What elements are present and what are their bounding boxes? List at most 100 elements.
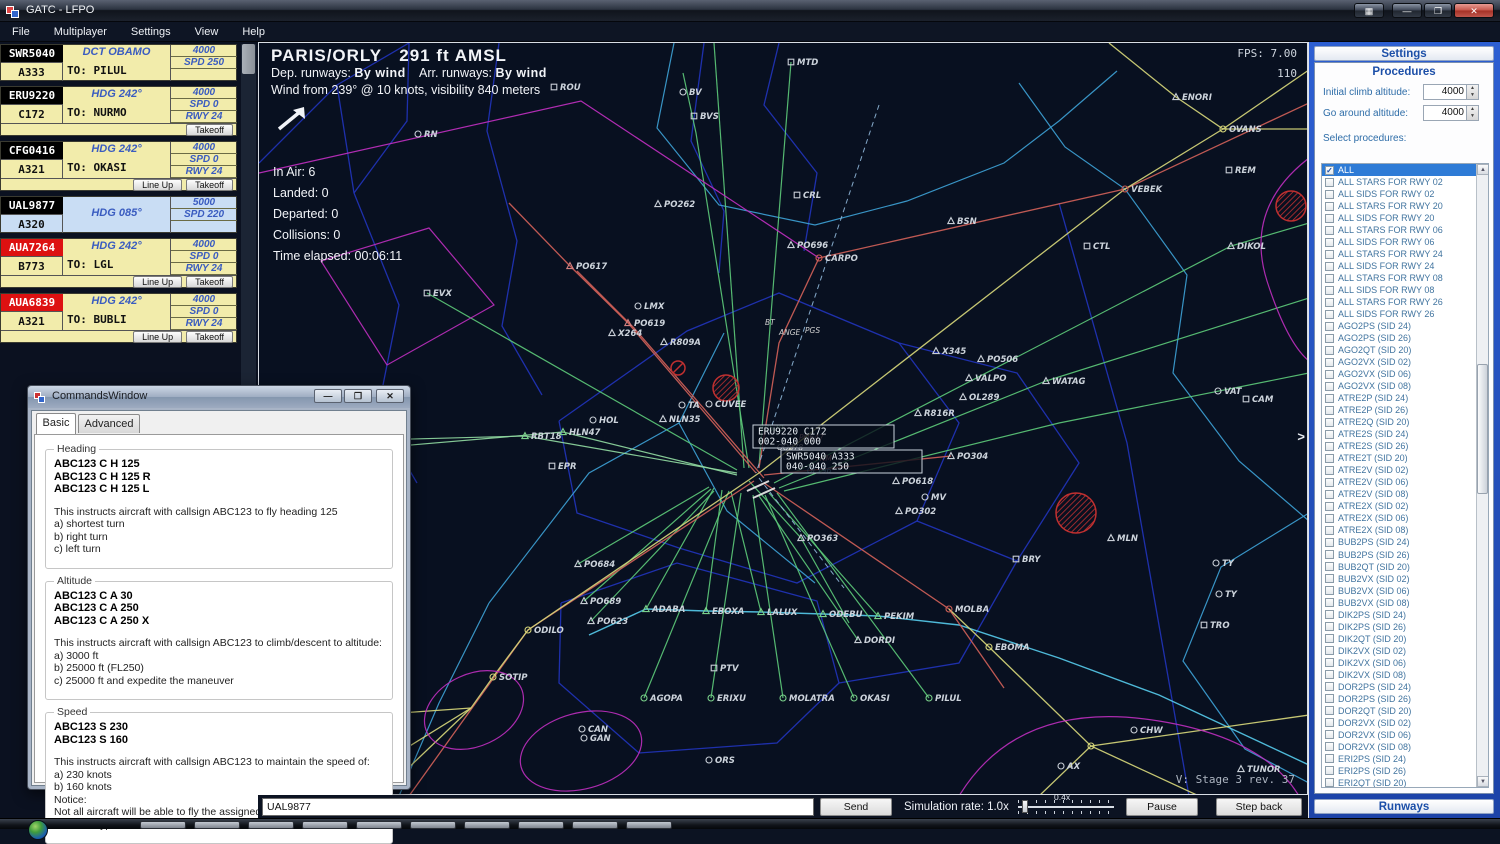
procedure-item[interactable]: DOR2PS (SID 24) (1322, 681, 1488, 693)
procedure-checkbox[interactable] (1325, 670, 1334, 679)
procedure-checkbox[interactable] (1325, 682, 1334, 691)
flight-strip-AUA6839[interactable]: AUA6839 A321 HDG 242° TO: BUBLI 4000 SPD… (0, 293, 237, 343)
slider-track[interactable] (1018, 806, 1114, 808)
send-button[interactable]: Send (820, 798, 892, 816)
procedure-item[interactable]: ALL STARS FOR RWY 06 (1322, 224, 1488, 236)
initial-climb-value[interactable]: 4000 (1442, 86, 1464, 97)
initial-climb-updown[interactable]: ▲▼ (1466, 85, 1478, 99)
procedure-item[interactable]: DIK2PS (SID 24) (1322, 609, 1488, 621)
procedure-item[interactable]: BUB2VX (SID 08) (1322, 597, 1488, 609)
procedure-checkbox[interactable] (1325, 466, 1334, 475)
procedure-checkbox[interactable] (1325, 370, 1334, 379)
menu-item-multiplayer[interactable]: Multiplayer (42, 22, 119, 42)
procedure-item[interactable]: ATRE2X (SID 06) (1322, 512, 1488, 524)
procedure-checkbox[interactable] (1325, 190, 1334, 199)
settings-header[interactable]: Settings (1314, 46, 1494, 61)
radar-display[interactable]: MTDROUBVBVSRNENORIOVANSREMVEBEKCRLPO262B… (258, 42, 1308, 795)
simulation-rate-slider[interactable]: 0.4x (1018, 795, 1114, 818)
procedure-item[interactable]: AGO2VX (SID 02) (1322, 356, 1488, 368)
procedure-item[interactable]: ALL SIDS FOR RWY 06 (1322, 236, 1488, 248)
taskbar-button[interactable] (194, 821, 240, 829)
maximize-button[interactable]: ❐ (1424, 3, 1452, 18)
procedure-checkbox[interactable] (1325, 598, 1334, 607)
procedure-item[interactable]: ATRE2P (SID 26) (1322, 404, 1488, 416)
procedure-checkbox[interactable] (1325, 298, 1334, 307)
procedure-checkbox[interactable] (1325, 574, 1334, 583)
procedure-item[interactable]: DIK2VX (SID 08) (1322, 669, 1488, 681)
windows-taskbar[interactable] (0, 818, 1500, 829)
commands-close-button[interactable]: ✕ (376, 389, 404, 403)
procedure-item[interactable]: ✓ALL (1322, 164, 1488, 176)
close-button[interactable]: ✕ (1454, 3, 1494, 18)
procedure-item[interactable]: DOR2VX (SID 02) (1322, 717, 1488, 729)
procedure-item[interactable]: BUB2VX (SID 06) (1322, 585, 1488, 597)
line-up-button[interactable]: Line Up (133, 276, 182, 288)
procedure-item[interactable]: ATRE2S (SID 24) (1322, 428, 1488, 440)
procedure-item[interactable]: ALL STARS FOR RWY 26 (1322, 296, 1488, 308)
procedure-checkbox[interactable] (1325, 202, 1334, 211)
start-orb-icon[interactable] (28, 820, 48, 840)
tab-basic[interactable]: Basic (36, 413, 76, 434)
procedure-item[interactable]: AGO2PS (SID 26) (1322, 332, 1488, 344)
flight-strip-AUA7264[interactable]: AUA7264 B773 HDG 242° TO: LGL 4000 SPD 0… (0, 238, 237, 288)
strips-scrollbar-thumb[interactable] (242, 44, 255, 74)
procedure-item[interactable]: ATRE2X (SID 02) (1322, 500, 1488, 512)
procedure-item[interactable]: ATRE2T (SID 20) (1322, 452, 1488, 464)
procedure-checkbox[interactable]: ✓ (1325, 166, 1334, 175)
procedure-checkbox[interactable] (1325, 238, 1334, 247)
procedure-checkbox[interactable] (1325, 178, 1334, 187)
runways-header[interactable]: Runways (1314, 799, 1494, 814)
procedure-item[interactable]: DOR2QT (SID 20) (1322, 705, 1488, 717)
procedure-checkbox[interactable] (1325, 718, 1334, 727)
line-up-button[interactable]: Line Up (133, 331, 182, 343)
procedure-checkbox[interactable] (1325, 442, 1334, 451)
commands-minimize-button[interactable]: — (314, 389, 342, 403)
procedure-checkbox[interactable] (1325, 310, 1334, 319)
procedure-checkbox[interactable] (1325, 562, 1334, 571)
procedure-item[interactable]: ALL STARS FOR RWY 20 (1322, 200, 1488, 212)
takeoff-button[interactable]: Takeoff (186, 124, 233, 136)
go-around-updown[interactable]: ▲▼ (1466, 106, 1478, 120)
procedure-item[interactable]: DOR2PS (SID 26) (1322, 693, 1488, 705)
flight-strip-SWR5040[interactable]: SWR5040 A333 DCT OBAMO TO: PILUL 4000 SP… (0, 44, 237, 81)
procedure-checkbox[interactable] (1325, 346, 1334, 355)
procedure-checkbox[interactable] (1325, 514, 1334, 523)
procedures-scrollbar[interactable]: ▲ ▼ (1476, 164, 1488, 787)
procedure-checkbox[interactable] (1325, 322, 1334, 331)
takeoff-button[interactable]: Takeoff (186, 179, 233, 191)
procedure-item[interactable]: ATRE2S (SID 26) (1322, 440, 1488, 452)
procedure-checkbox[interactable] (1325, 274, 1334, 283)
taskbar-button[interactable] (518, 821, 564, 829)
procedure-item[interactable]: ATRE2V (SID 02) (1322, 464, 1488, 476)
go-around-spinner[interactable]: 4000 ▲▼ (1423, 105, 1479, 121)
taskbar-button[interactable] (140, 821, 186, 829)
procedure-item[interactable]: ALL STARS FOR RWY 02 (1322, 176, 1488, 188)
procedure-item[interactable]: AGO2VX (SID 06) (1322, 368, 1488, 380)
pan-right-chevron[interactable]: > (1297, 429, 1305, 444)
procedure-checkbox[interactable] (1325, 622, 1334, 631)
procedure-item[interactable]: ATRE2V (SID 06) (1322, 476, 1488, 488)
procedure-checkbox[interactable] (1325, 538, 1334, 547)
commands-window[interactable]: CommandsWindow — ❐ ✕ Basic Advanced Head… (27, 385, 411, 790)
title-bar[interactable]: GATC - LFPO ▦ — ❐ ✕ (0, 0, 1500, 22)
takeoff-button[interactable]: Takeoff (186, 331, 233, 343)
procedure-checkbox[interactable] (1325, 766, 1334, 775)
procedure-checkbox[interactable] (1325, 742, 1334, 751)
procedure-item[interactable]: ERI2PS (SID 26) (1322, 765, 1488, 777)
procedure-item[interactable]: DOR2VX (SID 06) (1322, 729, 1488, 741)
procedure-item[interactable]: BUB2VX (SID 02) (1322, 573, 1488, 585)
procedure-checkbox[interactable] (1325, 478, 1334, 487)
slider-thumb[interactable] (1022, 800, 1028, 813)
procedure-checkbox[interactable] (1325, 658, 1334, 667)
procedure-checkbox[interactable] (1325, 418, 1334, 427)
procedure-checkbox[interactable] (1325, 778, 1334, 787)
scrollbar-down-arrow[interactable]: ▼ (1477, 776, 1489, 787)
flight-strip-ERU9220[interactable]: ERU9220 C172 HDG 242° TO: NURMO 4000 SPD… (0, 86, 237, 136)
procedure-item[interactable]: ALL SIDS FOR RWY 24 (1322, 260, 1488, 272)
procedure-item[interactable]: DIK2VX (SID 06) (1322, 657, 1488, 669)
procedures-scrollbar-thumb[interactable] (1477, 364, 1488, 494)
procedure-checkbox[interactable] (1325, 706, 1334, 715)
commands-maximize-button[interactable]: ❐ (344, 389, 372, 403)
menu-item-view[interactable]: View (183, 22, 231, 42)
procedure-checkbox[interactable] (1325, 502, 1334, 511)
